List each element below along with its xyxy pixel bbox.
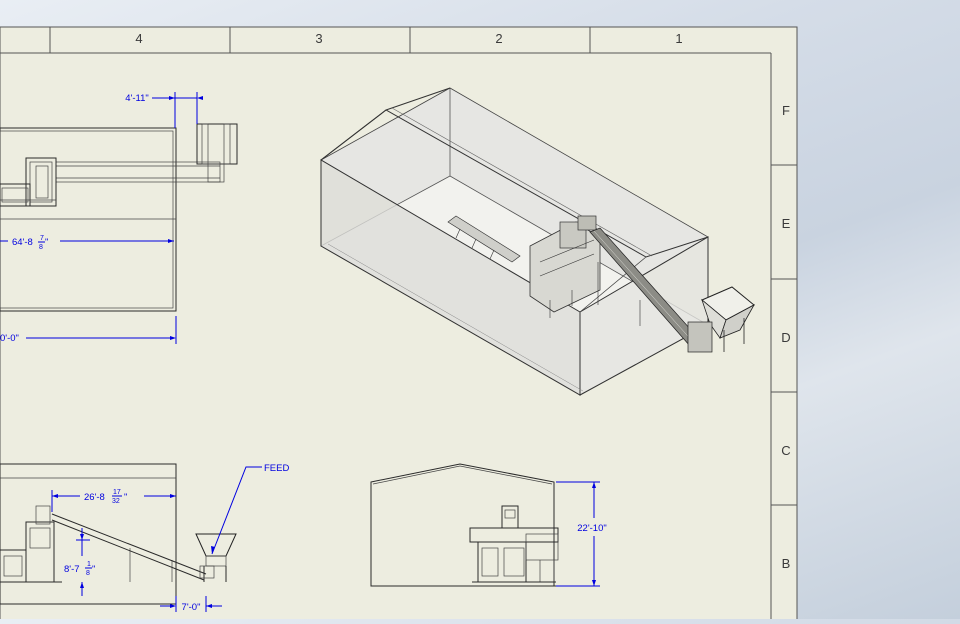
zone-label-e: E xyxy=(782,216,791,231)
dim-side-height-label: 8'-7 xyxy=(64,564,80,575)
dim-top-small-label: 4'-11" xyxy=(125,93,149,104)
zone-label-f: F xyxy=(782,103,790,118)
dim-side-run-den: 32 xyxy=(112,498,120,505)
zone-label-1: 1 xyxy=(675,31,682,46)
dim-end-height-label: 22'-10" xyxy=(577,523,606,534)
dim-side-height-den: 8 xyxy=(86,570,90,577)
dim-hopper-width-label: 7'-0" xyxy=(182,602,201,613)
dim-side-height-num: 1 xyxy=(87,561,91,568)
zone-label-2: 2 xyxy=(495,31,502,46)
dim-long-main-den: 8 xyxy=(39,244,43,251)
drawing-canvas: 4 3 2 1 F E D C B 4'-11" 64'-8 7 8 " 0'-… xyxy=(0,26,798,624)
feed-callout-label: FEED xyxy=(264,463,289,474)
dim-side-run-suffix: " xyxy=(124,492,127,503)
dim-side-height-suffix: " xyxy=(92,564,95,575)
zone-label-3: 3 xyxy=(315,31,322,46)
zone-label-c: C xyxy=(781,443,790,458)
dim-long-main-suffix: " xyxy=(45,237,48,248)
dim-overall-partial-label: 0'-0" xyxy=(0,333,19,344)
zone-label-b: B xyxy=(782,556,791,571)
dim-side-run-label: 26'-8 xyxy=(84,492,105,503)
dim-side-run-num: 17 xyxy=(113,489,121,496)
zone-label-d: D xyxy=(781,330,790,345)
drawing-sheet: 4 3 2 1 F E D C B 4'-11" 64'-8 7 8 " 0'-… xyxy=(0,0,960,624)
zone-label-4: 4 xyxy=(135,31,142,46)
dim-long-main-num: 7 xyxy=(40,235,44,242)
dim-long-main-label: 64'-8 xyxy=(12,237,33,248)
